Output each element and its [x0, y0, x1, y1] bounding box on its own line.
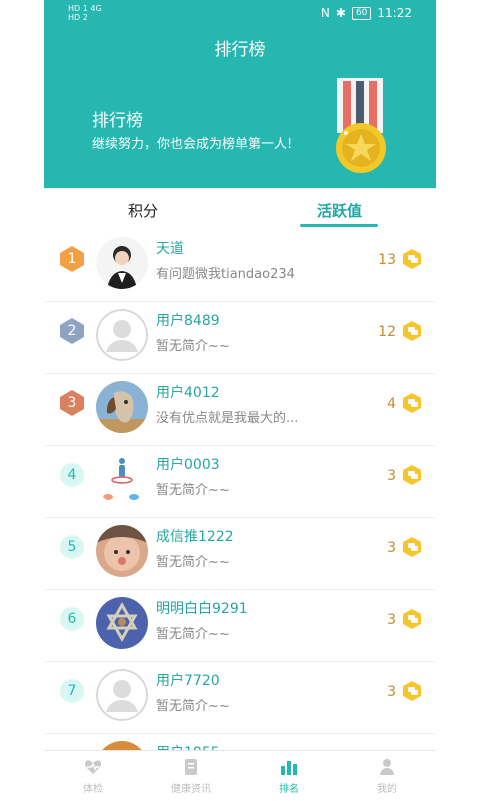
user-bio: 暂无简介~~	[156, 627, 230, 642]
nav-health-label: 体检	[83, 784, 103, 795]
medal-icon	[336, 78, 386, 173]
clock: 11:22	[377, 6, 412, 20]
nav-health[interactable]: 体检	[44, 751, 142, 801]
heart-pulse-icon	[85, 760, 101, 774]
tab-points[interactable]: 积分	[128, 200, 158, 221]
rank-number: 4	[60, 463, 84, 487]
document-icon	[185, 759, 197, 775]
user-bio: 暂无简介~~	[156, 555, 230, 570]
nav-mine-label: 我的	[377, 784, 397, 795]
rank-number: 3	[67, 395, 77, 411]
signal-line-1: HD 1 4G	[68, 4, 102, 13]
rank-badge-silver: 2	[58, 317, 86, 345]
activity-score: 3	[387, 612, 396, 628]
nav-news[interactable]: 健康资讯	[142, 751, 240, 801]
user-bio: 没有优点就是我最大的...	[156, 411, 299, 426]
username: 用户0003	[156, 457, 220, 473]
username: 用户8489	[156, 313, 220, 329]
activity-score: 3	[387, 468, 396, 484]
bluetooth-icon: ✱	[335, 6, 346, 20]
avatar[interactable]	[96, 741, 148, 750]
chat-badge-icon	[403, 681, 421, 701]
username: 天道	[156, 241, 184, 257]
rank-number: 5	[60, 535, 84, 559]
ranking-row[interactable]: 6 明明白白9291 暂无简介~~ 3	[44, 590, 436, 662]
active-tab-indicator	[300, 224, 378, 227]
user-bio: 暂无简介~~	[156, 483, 230, 498]
signal-indicators: HD 1 4G HD 2	[68, 4, 102, 22]
ranking-tabs: 积分 活跃值	[44, 188, 436, 230]
ranking-row[interactable]: 7 用户7720 暂无简介~~ 3	[44, 662, 436, 734]
rank-number: 2	[67, 323, 77, 339]
avatar[interactable]	[96, 381, 148, 433]
ranking-list: 1 天道 有问题微我tiandao234 13 2 用户8489 暂无简介~~ …	[44, 230, 436, 750]
chat-badge-icon	[403, 537, 421, 557]
rank-badge: 7	[58, 677, 86, 705]
user-bio: 暂无简介~~	[156, 699, 230, 714]
ranking-row[interactable]: 8 用户1855	[44, 734, 436, 750]
activity-score: 4	[387, 396, 396, 412]
chat-badge-icon	[403, 321, 421, 341]
nfc-icon: N	[320, 6, 330, 20]
bar-chart-icon	[281, 761, 297, 775]
nav-news-label: 健康资讯	[171, 784, 211, 795]
rank-badge: 4	[58, 461, 86, 489]
rank-number: 1	[67, 251, 77, 267]
rank-badge: 6	[58, 605, 86, 633]
ranking-row[interactable]: 4 用户0003 暂无简介~~ 3	[44, 446, 436, 518]
ranking-row[interactable]: 5 成信推1222 暂无简介~~ 3	[44, 518, 436, 590]
page-title: 排行榜	[214, 40, 266, 60]
rank-badge-bronze: 3	[58, 389, 86, 417]
username: 成信推1222	[156, 529, 234, 545]
bottom-navigation: 体检 健康资讯 排名 我的	[44, 750, 436, 801]
rank-number: 7	[60, 679, 84, 703]
activity-score: 13	[378, 252, 396, 268]
activity-score: 3	[387, 684, 396, 700]
nav-rank-label: 排名	[279, 784, 299, 795]
signal-line-2: HD 2	[68, 13, 88, 22]
username: 用户7720	[156, 673, 220, 689]
avatar[interactable]	[96, 309, 148, 361]
avatar[interactable]	[96, 453, 148, 505]
nav-rank[interactable]: 排名	[240, 751, 338, 801]
status-right: N ✱ 60 11:22	[321, 6, 412, 20]
ranking-row[interactable]: 3 用户4012 没有优点就是我最大的... 4	[44, 374, 436, 446]
tab-activity[interactable]: 活跃值	[317, 200, 362, 221]
header-banner: HD 1 4G HD 2 N ✱ 60 11:22 排行榜 排行榜 继续努力，你…	[44, 0, 436, 188]
chat-badge-icon	[403, 609, 421, 629]
rank-number: 6	[60, 607, 84, 631]
avatar[interactable]	[96, 525, 148, 577]
ranking-row[interactable]: 2 用户8489 暂无简介~~ 12	[44, 302, 436, 374]
status-bar: HD 1 4G HD 2 N ✱ 60 11:22	[44, 0, 436, 26]
rank-badge: 5	[58, 533, 86, 561]
activity-score: 3	[387, 540, 396, 556]
battery-indicator: 60	[351, 6, 372, 20]
username: 用户4012	[156, 385, 220, 401]
chat-badge-icon	[403, 249, 421, 269]
chat-badge-icon	[403, 465, 421, 485]
nav-mine[interactable]: 我的	[338, 751, 436, 801]
user-bio: 有问题微我tiandao234	[156, 267, 295, 282]
banner-title: 排行榜	[92, 111, 143, 131]
activity-score: 12	[378, 324, 396, 340]
rank-badge-gold: 1	[58, 245, 86, 273]
avatar[interactable]	[96, 237, 148, 289]
username: 用户1855	[156, 742, 220, 750]
user-icon	[380, 759, 394, 775]
user-bio: 暂无简介~~	[156, 339, 230, 354]
avatar[interactable]	[96, 669, 148, 721]
username: 明明白白9291	[156, 601, 248, 617]
banner-subtitle: 继续努力，你也会成为榜单第一人!	[92, 137, 293, 152]
avatar[interactable]	[96, 597, 148, 649]
ranking-row[interactable]: 1 天道 有问题微我tiandao234 13	[44, 230, 436, 302]
chat-badge-icon	[403, 393, 421, 413]
